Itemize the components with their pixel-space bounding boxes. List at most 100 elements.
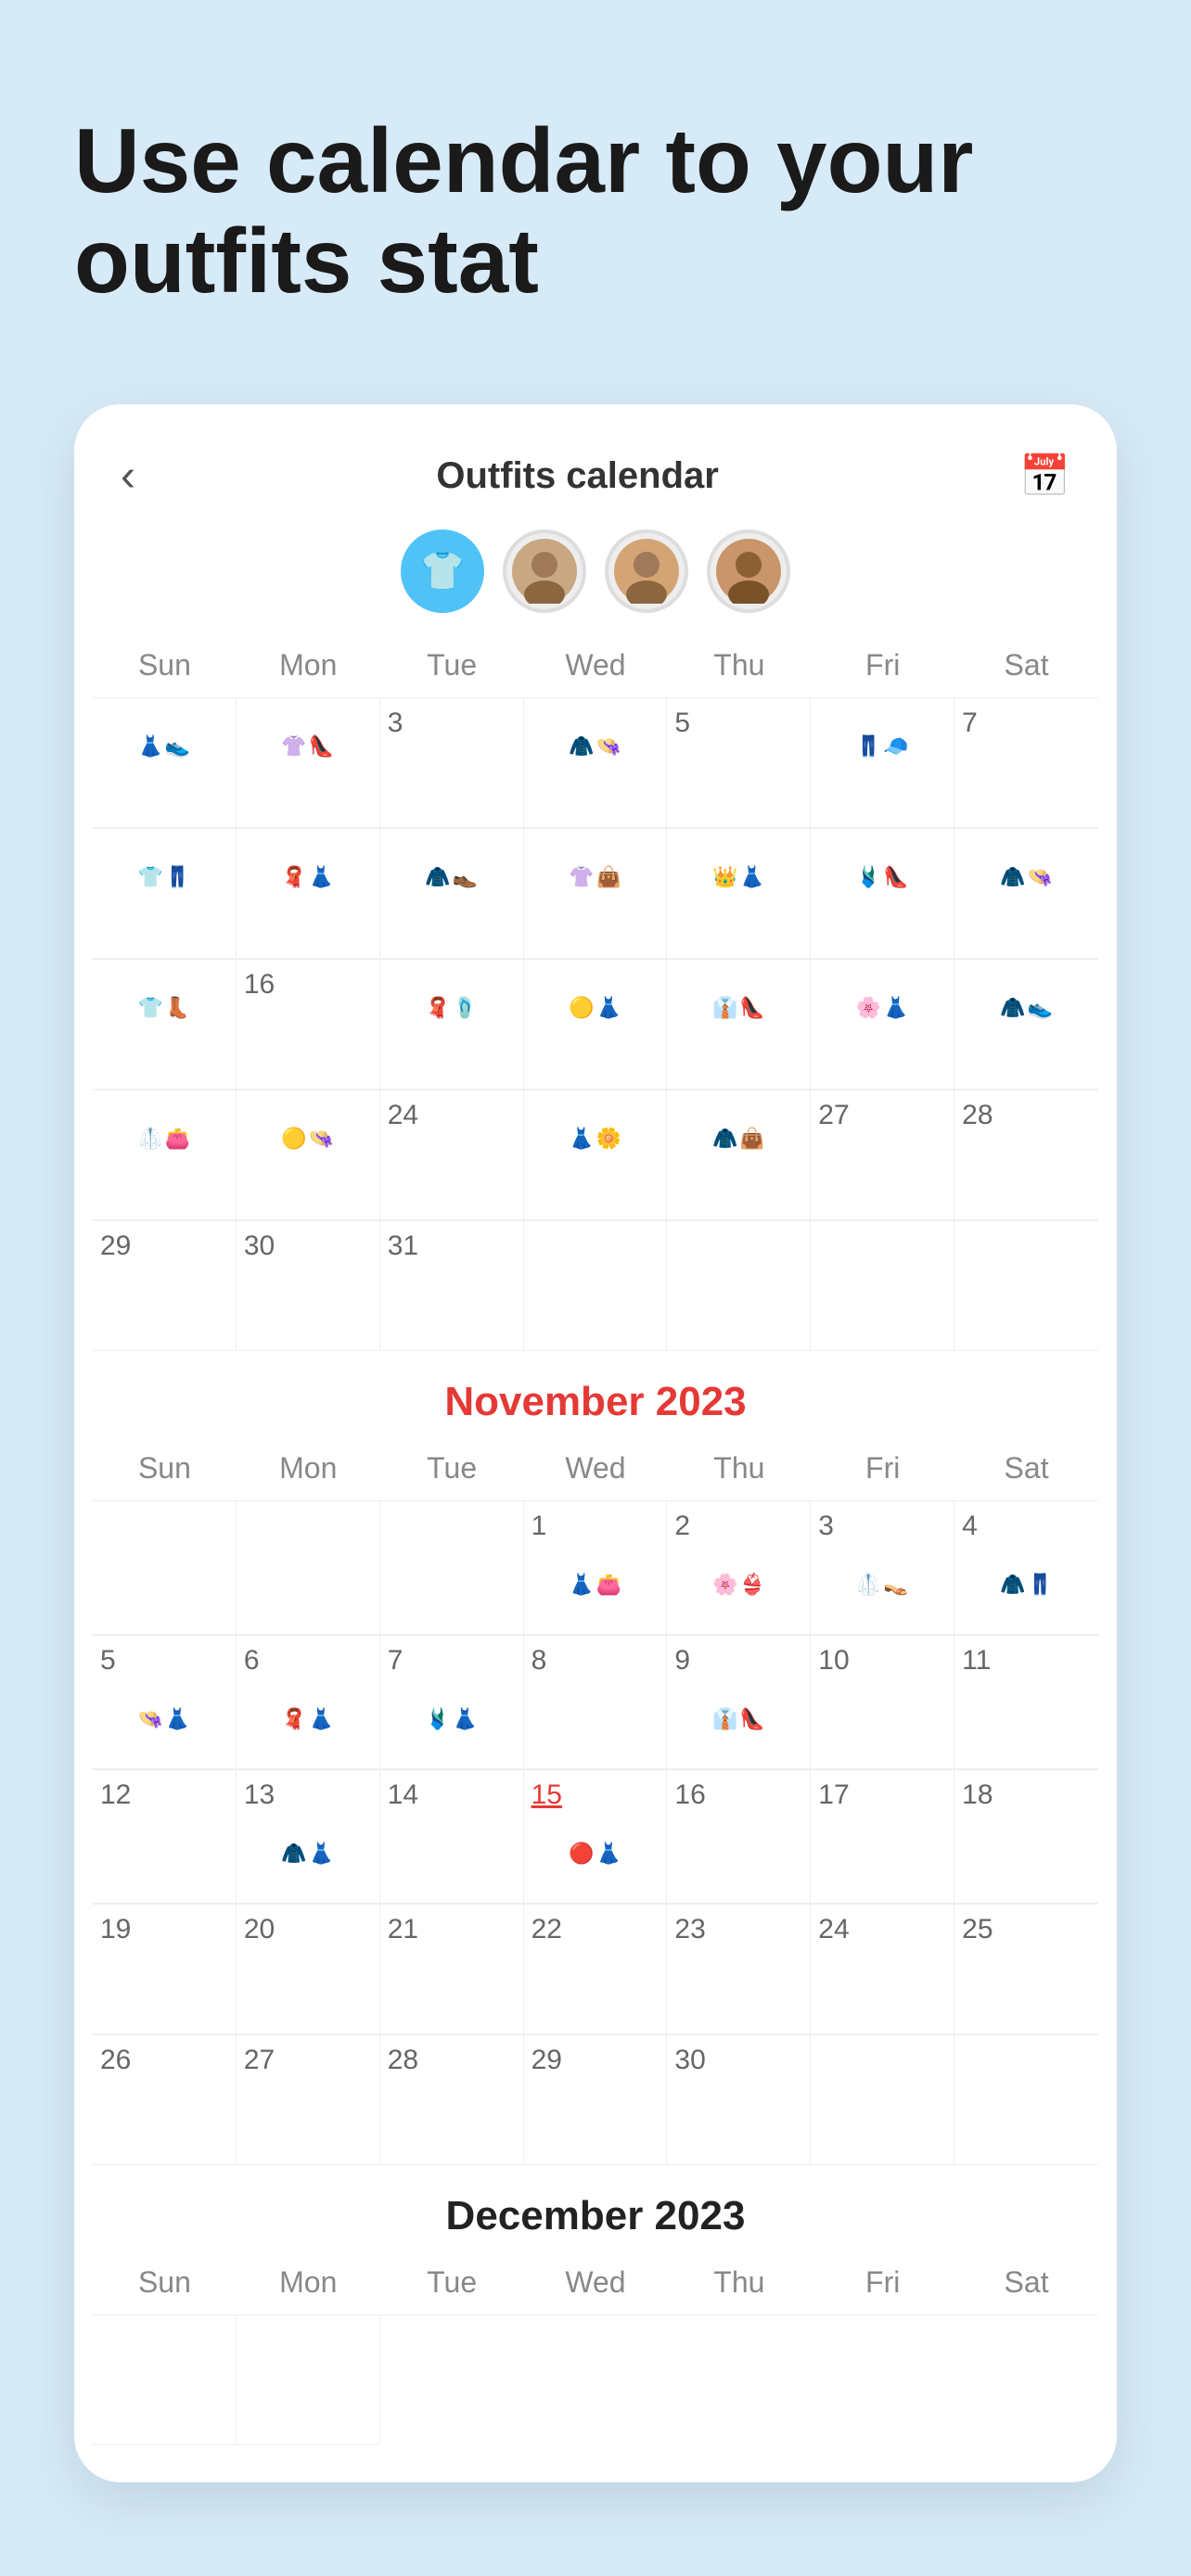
nov-cell-1[interactable]: 1 👗👛: [524, 1501, 668, 1635]
avatar-person-1[interactable]: [503, 529, 586, 613]
outfit-oct-26: 🧥👜: [674, 1100, 802, 1179]
nov-date-19: 19: [100, 1914, 228, 1945]
oct-cell-13[interactable]: 🩱👠: [811, 829, 954, 959]
oct-cell-10[interactable]: 🧥👞: [380, 829, 524, 959]
nov-cell-22[interactable]: 22: [524, 1905, 668, 2034]
oct-cell-27[interactable]: 27: [811, 1090, 954, 1220]
oct-cell-2[interactable]: 👚👠: [237, 698, 380, 828]
oct-empty-1: [524, 1221, 668, 1351]
oct-cell-12[interactable]: 👑👗: [667, 829, 811, 959]
nov-date-4: 4: [962, 1511, 1091, 1542]
avatar-person-2[interactable]: [605, 529, 688, 613]
outfit-nov-13: 🧥👗: [244, 1815, 372, 1894]
nov-cell-6[interactable]: 6 🧣👗: [237, 1636, 380, 1769]
weekday-sat: Sat: [954, 641, 1098, 690]
nov-cell-14[interactable]: 14: [380, 1770, 524, 1904]
oct-cell-29[interactable]: 29: [93, 1221, 237, 1351]
nov-cell-27[interactable]: 27: [237, 2035, 380, 2165]
oct-cell-11[interactable]: 👚👜: [524, 829, 668, 959]
nov-cell-15[interactable]: 15 🔴👗: [524, 1770, 668, 1904]
nov-cell-13[interactable]: 13 🧥👗: [237, 1770, 380, 1904]
oct-cell-28[interactable]: 28: [954, 1090, 1098, 1220]
oct-cell-21[interactable]: 🧥👟: [954, 960, 1098, 1090]
nov-cell-28[interactable]: 28: [380, 2035, 524, 2165]
back-button[interactable]: ‹: [121, 451, 135, 502]
nov-cell-5[interactable]: 5 👒👗: [93, 1636, 237, 1769]
avatar-hanger[interactable]: 👕: [401, 529, 484, 613]
oct-empty-2: [667, 1221, 811, 1351]
oct-cell-24[interactable]: 24: [380, 1090, 524, 1220]
nov-cell-21[interactable]: 21: [380, 1905, 524, 2034]
oct-cell-6[interactable]: 👖🧢: [811, 698, 954, 828]
oct-cell-5[interactable]: 5: [667, 698, 811, 828]
card-title: Outfits calendar: [436, 455, 719, 497]
oct-row-4: 🥼👛 🟡👒 24 👗🌼 🧥👜: [93, 1090, 1098, 1220]
nov-cell-2[interactable]: 2 🌸👙: [667, 1501, 811, 1635]
weekday-thu: Thu: [667, 641, 811, 690]
oct-cell-3[interactable]: 3: [380, 698, 524, 828]
nov-cell-24[interactable]: 24: [811, 1905, 954, 2034]
avatar-row: 👕: [74, 520, 1117, 641]
oct-cell-23[interactable]: 🟡👒: [237, 1090, 380, 1220]
outfit-oct-1: 👗👟: [100, 708, 228, 786]
nov-cell-16[interactable]: 16: [667, 1770, 811, 1904]
oct-cell-16[interactable]: 16: [237, 960, 380, 1090]
dec-weekdays: Sun Mon Tue Wed Thu Fri Sat: [93, 2258, 1098, 2307]
nov-date-29: 29: [531, 2045, 660, 2076]
nov-weekday-thu: Thu: [667, 1444, 811, 1493]
nov-date-14: 14: [388, 1779, 516, 1811]
nov-cell-10[interactable]: 10: [811, 1636, 954, 1769]
nov-cell-20[interactable]: 20: [237, 1905, 380, 2034]
nov-cell-30[interactable]: 30: [667, 2035, 811, 2165]
oct-cell-26[interactable]: 🧥👜: [667, 1090, 811, 1220]
nov-cell-4[interactable]: 4 🧥👖: [954, 1501, 1098, 1635]
outfit-oct-8: 👕👖: [100, 838, 228, 917]
nov-cell-26[interactable]: 26: [93, 2035, 237, 2165]
nov-empty-end-1: [811, 2035, 954, 2165]
outfit-oct-10: 🧥👞: [388, 838, 516, 917]
oct-cell-18[interactable]: 🟡👗: [524, 960, 668, 1090]
oct-cell-8[interactable]: 👕👖: [93, 829, 237, 959]
oct-cell-1[interactable]: 👗👟: [93, 698, 237, 828]
nov-date-20: 20: [244, 1914, 372, 1945]
dec-weekday-tue: Tue: [380, 2258, 524, 2307]
dec-weekday-sun: Sun: [93, 2258, 237, 2307]
oct-cell-25[interactable]: 👗🌼: [524, 1090, 668, 1220]
nov-date-24: 24: [818, 1914, 946, 1945]
dec-empty-2: [237, 2315, 380, 2445]
nov-cell-23[interactable]: 23: [667, 1905, 811, 2034]
nov-cell-12[interactable]: 12: [93, 1770, 237, 1904]
nov-cell-25[interactable]: 25: [954, 1905, 1098, 2034]
nov-date-17: 17: [818, 1779, 946, 1811]
oct-cell-15[interactable]: 👕👢: [93, 960, 237, 1090]
calendar-icon[interactable]: 📅: [1019, 452, 1070, 500]
oct-cell-4[interactable]: 🧥👒: [524, 698, 668, 828]
oct-cell-17[interactable]: 🧣🩴: [380, 960, 524, 1090]
oct-date-24: 24: [388, 1100, 516, 1131]
hero-title: Use calendar to your outfits stat: [74, 111, 1117, 312]
oct-cell-31[interactable]: 31: [380, 1221, 524, 1351]
nov-cell-18[interactable]: 18: [954, 1770, 1098, 1904]
nov-cell-19[interactable]: 19: [93, 1905, 237, 2034]
avatar-person-3[interactable]: [707, 529, 790, 613]
oct-cell-7[interactable]: 7: [954, 698, 1098, 828]
nov-date-23: 23: [674, 1914, 802, 1945]
oct-cell-20[interactable]: 🌸👗: [811, 960, 954, 1090]
oct-cell-14[interactable]: 🧥👒: [954, 829, 1098, 959]
nov-cell-7[interactable]: 7 🩱👗: [380, 1636, 524, 1769]
outfit-oct-18: 🟡👗: [531, 969, 660, 1048]
nov-cell-11[interactable]: 11: [954, 1636, 1098, 1769]
dec-weekday-sat: Sat: [954, 2258, 1098, 2307]
nov-cell-9[interactable]: 9 👔👠: [667, 1636, 811, 1769]
oct-cell-30[interactable]: 30: [237, 1221, 380, 1351]
oct-date-28: 28: [962, 1100, 1091, 1131]
oct-cell-22[interactable]: 🥼👛: [93, 1090, 237, 1220]
weekday-fri: Fri: [811, 641, 954, 690]
nov-cell-17[interactable]: 17: [811, 1770, 954, 1904]
oct-cell-9[interactable]: 🧣👗: [237, 829, 380, 959]
nov-cell-29[interactable]: 29: [524, 2035, 668, 2165]
nov-cell-8[interactable]: 8: [524, 1636, 668, 1769]
oct-cell-19[interactable]: 👔👠: [667, 960, 811, 1090]
outfit-oct-11: 👚👜: [531, 838, 660, 917]
nov-cell-3[interactable]: 3 🥼👡: [811, 1501, 954, 1635]
